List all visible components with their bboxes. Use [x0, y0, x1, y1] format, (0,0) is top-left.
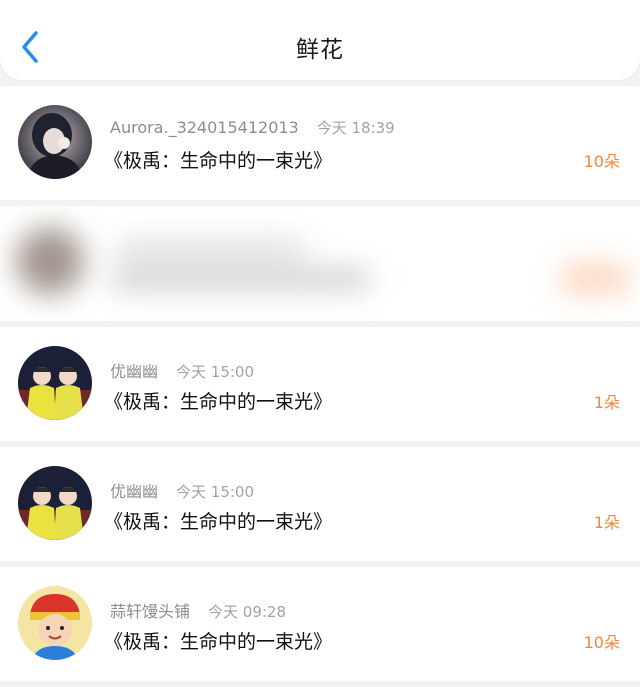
flower-count: 10朵: [583, 152, 620, 171]
timestamp: 今天 15:00: [176, 483, 255, 501]
cartoon-avatar-icon: [18, 586, 92, 660]
two-person-avatar-icon: [18, 466, 92, 540]
timestamp: 今天 09:28: [208, 603, 287, 621]
blur-overlay: [0, 206, 640, 321]
avatar[interactable]: [18, 466, 92, 540]
work-title[interactable]: 《极禹：生命中的一束光》: [104, 146, 332, 173]
list-item[interactable]: Aurora._324015412013 今天 18:39 《极禹：生命中的一束…: [0, 86, 640, 200]
portrait-avatar-icon: [18, 105, 92, 179]
username[interactable]: 优幽幽: [110, 358, 158, 382]
record-meta: 蒜轩馒头铺 今天 09:28: [110, 598, 286, 622]
nav-header: 鲜花: [0, 0, 640, 80]
two-person-avatar-icon: [18, 346, 92, 420]
page-title: 鲜花: [296, 37, 344, 63]
avatar[interactable]: [18, 586, 92, 660]
username[interactable]: 蒜轩馒头铺: [110, 598, 190, 622]
timestamp: 今天 15:00: [176, 363, 255, 381]
username[interactable]: Aurora._324015412013: [110, 118, 299, 137]
flower-count: 10朵: [583, 633, 620, 652]
flower-record-list: Aurora._324015412013 今天 18:39 《极禹：生命中的一束…: [0, 86, 640, 687]
record-meta: Aurora._324015412013 今天 18:39: [110, 117, 395, 138]
blurred-list-item: [0, 206, 640, 321]
avatar[interactable]: [18, 346, 92, 420]
work-title[interactable]: 《极禹：生命中的一束光》: [104, 507, 332, 534]
list-item[interactable]: 优幽幽 今天 15:00 《极禹：生命中的一束光》 1朵: [0, 447, 640, 561]
work-title[interactable]: 《极禹：生命中的一束光》: [104, 627, 332, 654]
timestamp: 今天 18:39: [316, 119, 395, 137]
flower-count: 1朵: [593, 393, 620, 412]
record-meta: 优幽幽 今天 15:00: [110, 478, 254, 502]
work-title[interactable]: 《极禹：生命中的一束光》: [104, 387, 332, 414]
list-item[interactable]: 优幽幽 今天 15:00 《极禹：生命中的一束光》 1朵: [0, 327, 640, 441]
record-meta: 优幽幽 今天 15:00: [110, 358, 254, 382]
username[interactable]: 优幽幽: [110, 478, 158, 502]
avatar[interactable]: [18, 105, 92, 179]
flower-count: 1朵: [593, 513, 620, 532]
list-item[interactable]: 蒜轩馒头铺 今天 09:28 《极禹：生命中的一束光》 10朵: [0, 567, 640, 681]
